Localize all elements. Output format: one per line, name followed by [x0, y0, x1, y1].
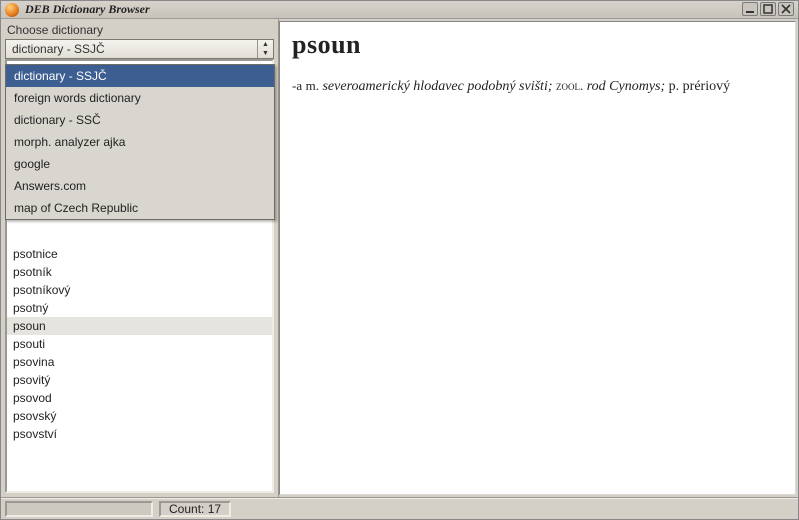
dictionary-combo-value: dictionary - SSJČ: [12, 42, 105, 56]
list-item[interactable]: psotnice: [7, 245, 272, 263]
minimize-icon: [745, 4, 755, 14]
dropdown-item[interactable]: dictionary - SSČ: [6, 109, 274, 131]
chevron-up-icon: ▲: [258, 40, 273, 49]
titlebar: DEB Dictionary Browser: [1, 1, 798, 19]
list-item[interactable]: psotný: [7, 299, 272, 317]
list-item[interactable]: psouti: [7, 335, 272, 353]
maximize-icon: [763, 4, 773, 14]
window-title: DEB Dictionary Browser: [25, 2, 150, 17]
content-area: Choose dictionary dictionary - SSJČ ▲ ▼ …: [1, 19, 798, 497]
chevron-down-icon: ▼: [258, 49, 273, 58]
definition-tail: prériový: [683, 79, 730, 94]
list-item[interactable]: psotníkový: [7, 281, 272, 299]
list-item[interactable]: psotník: [7, 263, 272, 281]
gram-prefix: -a: [292, 78, 302, 93]
list-item[interactable]: psovský: [7, 407, 272, 425]
dropdown-item[interactable]: map of Czech Republic: [6, 197, 274, 219]
dictionary-combo-wrap: dictionary - SSJČ ▲ ▼: [1, 39, 278, 59]
count-label: Count:: [169, 502, 204, 516]
left-panel: Choose dictionary dictionary - SSJČ ▲ ▼ …: [1, 19, 279, 497]
progress-well: [5, 501, 153, 517]
definition-part-2: rod Cynomys;: [587, 79, 665, 94]
headword: psoun: [292, 30, 783, 60]
maximize-button[interactable]: [760, 2, 776, 16]
entry-panel: psoun -a m. severoamerický hlodavec podo…: [279, 21, 796, 495]
list-item[interactable]: psovství: [7, 425, 272, 443]
window-controls: [742, 2, 794, 16]
abbrev-p: p.: [669, 79, 680, 94]
list-item[interactable]: psoun: [7, 317, 272, 335]
app-window: DEB Dictionary Browser Choose dictionary…: [0, 0, 799, 520]
minimize-button[interactable]: [742, 2, 758, 16]
list-item[interactable]: psovina: [7, 353, 272, 371]
dropdown-item[interactable]: Answers.com: [6, 175, 274, 197]
dropdown-item[interactable]: morph. analyzer ajka: [6, 131, 274, 153]
status-bar: Count: 17: [1, 497, 798, 519]
gram-gender: m.: [306, 78, 319, 93]
list-item[interactable]: psovod: [7, 389, 272, 407]
list-item[interactable]: psovitý: [7, 371, 272, 389]
choose-dictionary-label: Choose dictionary: [1, 19, 278, 39]
combo-spinner[interactable]: ▲ ▼: [257, 40, 273, 58]
close-button[interactable]: [778, 2, 794, 16]
dictionary-dropdown[interactable]: dictionary - SSJČforeign words dictionar…: [5, 64, 275, 220]
dropdown-item[interactable]: foreign words dictionary: [6, 87, 274, 109]
count-value: 17: [208, 502, 221, 516]
label-zool: zool.: [556, 78, 583, 93]
dropdown-item[interactable]: dictionary - SSJČ: [6, 65, 274, 87]
close-icon: [781, 4, 791, 14]
definition-part-1: severoamerický hlodavec podobný svišti;: [322, 79, 552, 94]
definition: -a m. severoamerický hlodavec podobný sv…: [292, 78, 783, 95]
count-cell: Count: 17: [159, 501, 231, 517]
dropdown-item[interactable]: google: [6, 153, 274, 175]
dictionary-combo[interactable]: dictionary - SSJČ ▲ ▼: [5, 39, 274, 59]
firefox-icon: [5, 3, 19, 17]
